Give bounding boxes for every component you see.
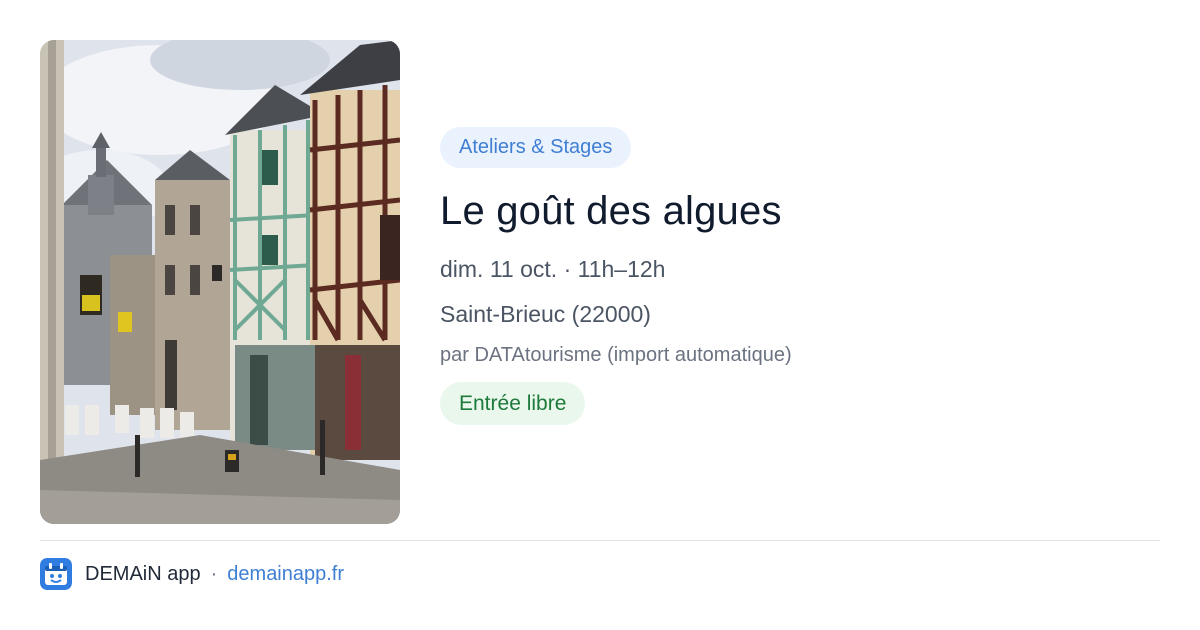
app-domain-link[interactable]: demainapp.fr	[227, 563, 344, 586]
price-badge: Entrée libre	[440, 382, 586, 425]
footer-divider	[40, 540, 1160, 541]
event-card[interactable]: Ateliers & Stages Le goût des algues dim…	[40, 40, 1160, 524]
footer: DEMAiN app · demainapp.fr	[40, 557, 344, 591]
footer-separator: ·	[210, 562, 218, 585]
event-photo	[40, 40, 400, 524]
demain-app-logo-icon[interactable]	[40, 558, 72, 590]
event-info: Ateliers & Stages Le goût des algues dim…	[440, 127, 1140, 425]
event-datetime: dim. 11 oct. · 11h–12h	[440, 256, 666, 282]
event-title[interactable]: Le goût des algues	[440, 187, 1140, 235]
app-name: DEMAiN app	[85, 562, 201, 585]
category-badge[interactable]: Ateliers & Stages	[440, 127, 632, 168]
event-location: Saint-Brieuc (22000)	[440, 301, 651, 327]
event-organizer: par DATAtourisme (import automatique)	[440, 344, 792, 366]
street-photo-illustration	[40, 40, 400, 524]
